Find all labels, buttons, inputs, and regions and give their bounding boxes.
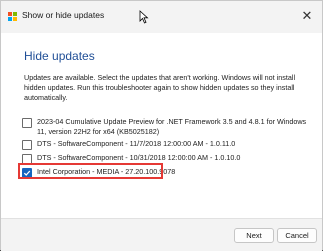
update-item[interactable]: 2023-04 Cumulative Update Preview for .N… — [22, 117, 307, 137]
window-title: Show or hide updates — [22, 10, 105, 20]
cancel-button[interactable]: Cancel — [277, 228, 317, 243]
page-description: Updates are available. Select the update… — [24, 73, 296, 102]
update-item[interactable]: DTS - SoftwareComponent - 11/7/2018 12:0… — [22, 139, 235, 150]
dialog-footer: Next Cancel — [1, 218, 322, 251]
close-icon: ✕ — [301, 8, 313, 23]
next-button[interactable]: Next — [234, 228, 274, 243]
update-label: 2023-04 Cumulative Update Preview for .N… — [37, 117, 307, 136]
mouse-cursor-icon — [139, 10, 149, 24]
update-checkbox[interactable] — [22, 118, 32, 128]
windows-logo-icon — [8, 12, 17, 21]
update-label: DTS - SoftwareComponent - 11/7/2018 12:0… — [37, 139, 236, 148]
update-label: DTS - SoftwareComponent - 10/31/2018 12:… — [37, 153, 241, 162]
dialog-window: Show or hide updates ✕ Hide updates Upda… — [0, 0, 323, 251]
close-button[interactable]: ✕ — [296, 5, 318, 27]
update-checkbox[interactable] — [22, 140, 32, 150]
page-heading: Hide updates — [24, 49, 95, 63]
title-bar: Show or hide updates ✕ — [1, 1, 322, 33]
selection-highlight-box — [18, 163, 163, 179]
